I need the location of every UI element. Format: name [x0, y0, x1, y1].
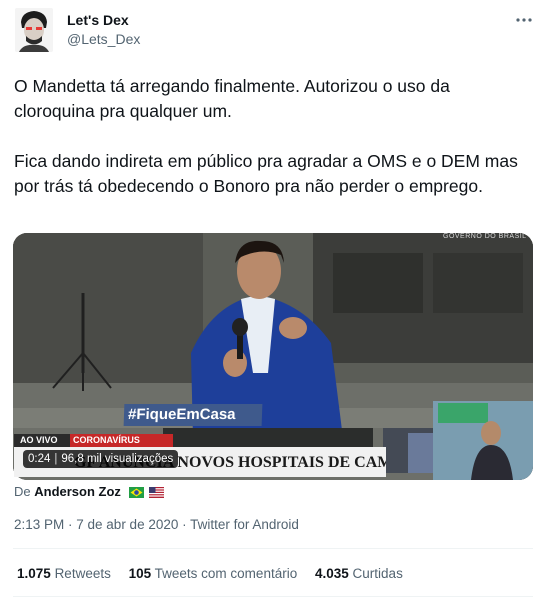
more-horizontal-icon: [516, 18, 532, 22]
likes-count[interactable]: 4.035 Curtidas: [315, 566, 403, 581]
overlay-hashtag: #FiqueEmCasa: [123, 404, 263, 426]
usa-flag-icon: [149, 487, 165, 498]
quote-tweets-count[interactable]: 105 Tweets com comentário: [129, 566, 298, 581]
tweet-paragraph-1: O Mandetta tá arregando finalmente. Auto…: [14, 76, 450, 121]
divider: [13, 548, 533, 549]
brazil-flag-icon: [128, 487, 144, 498]
more-options-button[interactable]: [514, 10, 534, 30]
attribution-source-name[interactable]: Anderson Zoz: [34, 484, 121, 499]
video-duration: 0:24: [28, 453, 51, 465]
overlay-topic-badge: CORONAVÍRUS: [70, 434, 173, 447]
tweet-timestamp[interactable]: 2:13 PM · 7 de abr de 2020 · Twitter for…: [14, 517, 299, 532]
tweet-text: O Mandetta tá arregando finalmente. Auto…: [14, 74, 534, 199]
retweets-count[interactable]: 1.075 Retweets: [17, 566, 111, 581]
avatar[interactable]: [15, 8, 53, 52]
attribution-prefix: De: [14, 484, 31, 499]
author-handle[interactable]: @Lets_Dex: [67, 31, 140, 47]
video-views: 96,8 mil visualizações: [61, 453, 174, 465]
overlay-live-badge: AO VIVO: [14, 434, 76, 447]
broadcaster-logo: GOVERNO DO BRASIL: [443, 233, 527, 240]
tweet-paragraph-2: Fica dando indireta em público pra agrad…: [14, 151, 518, 196]
author-name[interactable]: Let's Dex: [67, 12, 129, 28]
engagement-counts: 1.075 Retweets 105 Tweets com comentário…: [17, 566, 417, 581]
video-attribution: De Anderson Zoz: [14, 484, 165, 499]
divider: [13, 596, 533, 597]
tweet-card: Let's Dex @Lets_Dex O Mandetta tá arrega…: [0, 0, 546, 600]
video-stats-badge: 0:24 | 96,8 mil visualizações: [23, 450, 179, 468]
